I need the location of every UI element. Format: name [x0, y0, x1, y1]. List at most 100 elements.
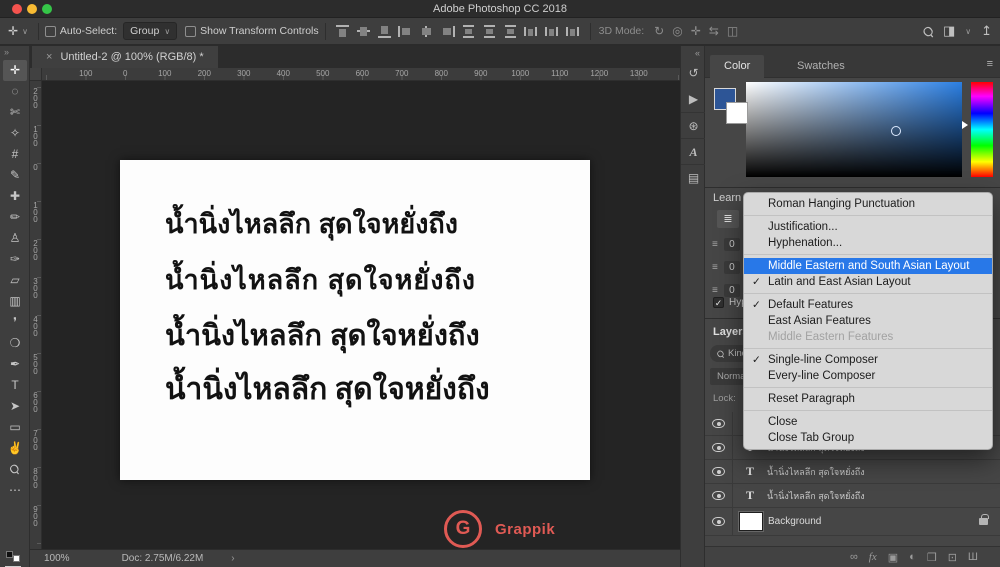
window-close-button[interactable] [12, 4, 22, 14]
distribute-right-edges-icon[interactable] [565, 25, 581, 38]
expand-panels-icon[interactable]: « [695, 48, 700, 58]
menu-item-hyphenation[interactable]: ✓ Hyphenation... [744, 235, 992, 251]
tab-swatches[interactable]: Swatches [783, 55, 859, 78]
clone-stamp-tool[interactable]: ♙ [3, 228, 27, 249]
adjustment-layer-icon[interactable]: ◐ [909, 551, 916, 563]
link-layers-icon[interactable]: ∞ [850, 551, 858, 563]
workspace-icon[interactable]: ◨ [943, 23, 955, 39]
distribute-vertical-centers-icon[interactable] [482, 24, 497, 38]
new-layer-icon[interactable]: ⊡ [948, 551, 957, 564]
hue-pointer-icon[interactable] [962, 121, 968, 129]
menu-item-close[interactable]: ✓ Close [744, 414, 992, 430]
menu-item-middle-eastern-features[interactable]: ✓ Middle Eastern Features [744, 329, 992, 345]
3d-camera-icon[interactable]: ◫ [727, 24, 738, 38]
dodge-tool[interactable]: ❍ [3, 333, 27, 354]
auto-select-checkbox[interactable] [44, 25, 56, 37]
distribute-bottom-edges-icon[interactable] [503, 24, 518, 38]
menu-item-east-asian-features[interactable]: ✓ East Asian Features [744, 313, 992, 329]
share-icon[interactable]: ↥ [981, 23, 992, 39]
eyedropper-tool[interactable]: ✎ [3, 165, 27, 186]
marquee-tool[interactable]: ◌ [3, 81, 27, 102]
3d-pan-icon[interactable]: ✛ [691, 24, 701, 38]
visibility-toggle[interactable] [705, 460, 733, 483]
shape-tool[interactable]: ▭ [3, 417, 27, 438]
tab-learn[interactable]: Learn [713, 192, 741, 204]
menu-item-latin-east-asian-layout[interactable]: ✓ Latin and East Asian Layout [744, 274, 992, 290]
new-group-icon[interactable]: ❒ [927, 551, 937, 564]
distribute-horizontal-centers-icon[interactable] [544, 25, 560, 38]
background-color-swatch[interactable] [726, 102, 748, 124]
show-transform-checkbox[interactable] [185, 25, 197, 37]
tab-color[interactable]: Color [710, 55, 765, 78]
quick-selection-tool[interactable]: ✧ [3, 123, 27, 144]
artboard[interactable]: น้ำนิ่งไหลลึก สุดใจหยั่งถึง น้ำนิ่งไหลลึก… [120, 160, 590, 480]
align-left-edges-icon[interactable] [397, 25, 413, 38]
path-selection-tool[interactable]: ➤ [3, 396, 27, 417]
tab-close-icon[interactable]: × [46, 51, 52, 63]
visibility-toggle[interactable] [705, 412, 733, 435]
type-tool[interactable]: T [3, 375, 27, 396]
saturation-brightness-field[interactable] [746, 82, 962, 177]
menu-item-every-line-composer[interactable]: ✓ Every-line Composer [744, 368, 992, 384]
history-panel-icon[interactable]: ↺ [681, 60, 706, 86]
edit-toolbar-ellipsis[interactable]: ⋯ [3, 480, 27, 501]
menu-item-justification[interactable]: ✓ Justification... [744, 219, 992, 235]
hyphenate-checkbox[interactable]: ✓ [713, 297, 724, 308]
clone-source-panel-icon[interactable]: ⊛ [681, 112, 706, 138]
menu-item-close-tab-group[interactable]: ✓ Close Tab Group [744, 430, 992, 446]
menu-item-single-line-composer[interactable]: ✓ Single-line Composer [744, 352, 992, 368]
character-styles-panel-icon[interactable]: ▤ [681, 164, 706, 190]
distribute-left-edges-icon[interactable] [523, 25, 539, 38]
paragraph-align-left-button[interactable]: ≣ [717, 210, 739, 228]
layer-row[interactable]: T น้ำนิ่งไหลลึก สุดใจหยั่งถึง [705, 460, 1000, 484]
glyphs-panel-icon[interactable]: A [681, 138, 706, 164]
align-right-edges-icon[interactable] [440, 25, 455, 38]
document-tab[interactable]: × Untitled-2 @ 100% (RGB/8) * [32, 46, 218, 68]
brush-tool[interactable]: ✏ [3, 207, 27, 228]
visibility-toggle[interactable] [705, 484, 733, 507]
chevron-down-icon[interactable]: ∨ [965, 27, 971, 36]
move-tool[interactable]: ✛ [3, 60, 27, 81]
distribute-top-edges-icon[interactable] [461, 24, 476, 38]
hue-slider[interactable] [971, 82, 993, 177]
layer-mask-icon[interactable]: ▣ [888, 551, 898, 564]
zoom-tool[interactable]: Ϙ [3, 459, 27, 480]
history-brush-tool[interactable]: ✑ [3, 249, 27, 270]
gradient-tool[interactable]: ▥ [3, 291, 27, 312]
zoom-level-field[interactable]: 100% [44, 553, 70, 564]
healing-brush-tool[interactable]: ✚ [3, 186, 27, 207]
actions-panel-icon[interactable]: ▶ [681, 86, 706, 112]
crop-tool[interactable]: # [3, 144, 27, 165]
align-top-edges-icon[interactable] [335, 24, 350, 38]
layer-style-fx-icon[interactable]: fx [869, 551, 877, 563]
indent-right-field[interactable]: ≡ 0 [712, 261, 740, 274]
toolbar-collapse-icon[interactable]: » [4, 47, 9, 57]
status-chevron-icon[interactable]: › [231, 553, 234, 564]
chevron-down-icon[interactable]: ∨ [22, 27, 28, 36]
align-horizontal-centers-icon[interactable] [419, 25, 434, 38]
hand-tool[interactable]: ✌ [3, 438, 27, 459]
default-colors-icon[interactable] [6, 551, 20, 562]
search-icon[interactable]: Ϙ [919, 22, 936, 40]
layer-row[interactable]: T Background [705, 508, 1000, 536]
pen-tool[interactable]: ✒ [3, 354, 27, 375]
align-bottom-edges-icon[interactable] [377, 25, 392, 38]
panel-menu-icon[interactable]: ≡ [987, 58, 994, 70]
lasso-tool[interactable]: ✄ [3, 102, 27, 123]
layer-row[interactable]: T น้ำนิ่งไหลลึก สุดใจหยั่งถึง [705, 484, 1000, 508]
color-picker-ring[interactable] [891, 126, 901, 136]
menu-item-roman-hanging-punctuation[interactable]: ✓ Roman Hanging Punctuation [744, 196, 992, 212]
visibility-toggle[interactable] [705, 508, 733, 535]
visibility-toggle[interactable] [705, 436, 733, 459]
window-minimize-button[interactable] [27, 4, 37, 14]
3d-orbit-icon[interactable]: ↻ [654, 24, 664, 38]
eraser-tool[interactable]: ▱ [3, 270, 27, 291]
menu-item-middle-eastern-south-asian-layout[interactable]: ✓ Middle Eastern and South Asian Layout [744, 258, 992, 274]
auto-select-dropdown[interactable]: Group ∨ [123, 22, 178, 40]
align-vertical-centers-icon[interactable] [356, 25, 371, 38]
3d-roll-icon[interactable]: ◎ [672, 24, 682, 38]
window-maximize-button[interactable] [42, 4, 52, 14]
blur-tool[interactable]: ❜ [3, 312, 27, 333]
menu-item-default-features[interactable]: ✓ Default Features [744, 297, 992, 313]
indent-first-line-field[interactable]: ≡ 0 [712, 284, 740, 297]
